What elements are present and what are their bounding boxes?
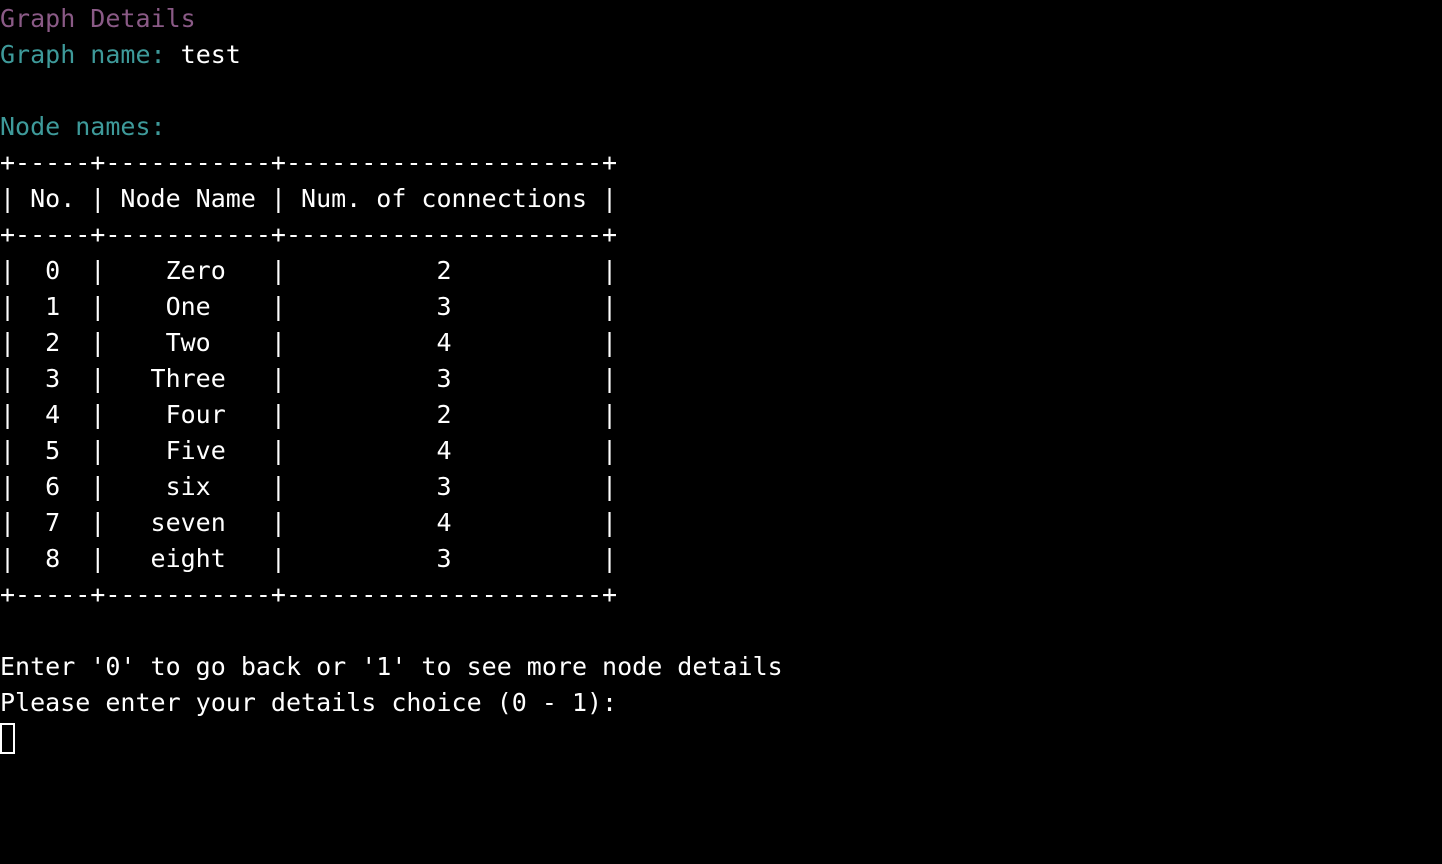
table-row: | 5 | Five | 4 | [0,436,618,465]
node-names-label: Node names: [0,112,166,141]
graph-name-line: Graph name: test [0,37,1442,73]
table-row: | 1 | One | 3 | [0,292,618,321]
table-row: | 8 | eight | 3 | [0,544,618,573]
table-border-top: +-----+-----------+---------------------… [0,148,618,177]
table-row: | 6 | six | 3 | [0,472,618,501]
page-title: Graph Details [0,4,196,33]
graph-name-label: Graph name: [0,40,166,69]
node-table: +-----+-----------+---------------------… [0,145,1442,613]
table-border-header: +-----+-----------+---------------------… [0,220,618,249]
prompt-question: Please enter your details choice (0 - 1)… [0,688,618,717]
table-row: | 4 | Four | 2 | [0,400,618,429]
table-row: | 0 | Zero | 2 | [0,256,618,285]
terminal-window: Graph Details Graph name: test Node name… [0,0,1442,864]
table-row: | 3 | Three | 3 | [0,364,618,393]
table-border-bottom: +-----+-----------+---------------------… [0,580,618,609]
graph-name-value: test [180,40,241,69]
table-row: | 7 | seven | 4 | [0,508,618,537]
prompt-instruction: Enter '0' to go back or '1' to see more … [0,652,783,681]
table-header-row: | No. | Node Name | Num. of connections … [0,184,618,213]
terminal-cursor[interactable] [0,723,15,754]
table-row: | 2 | Two | 4 | [0,328,618,357]
input-line[interactable] [0,721,1442,757]
